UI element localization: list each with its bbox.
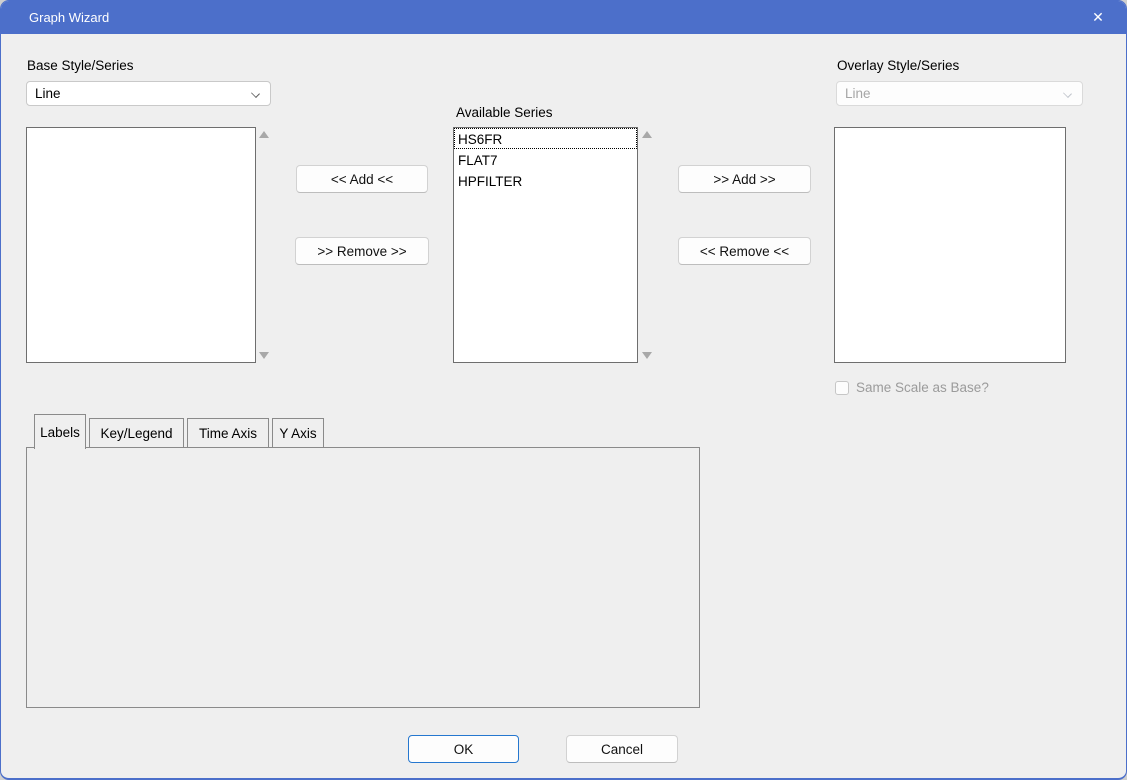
chevron-down-icon [251, 89, 260, 98]
add-to-base-button[interactable]: << Add << [296, 165, 428, 193]
remove-from-overlay-button[interactable]: << Remove << [678, 237, 811, 265]
arrow-down-icon [642, 352, 652, 359]
window-title: Graph Wizard [1, 10, 109, 25]
close-icon[interactable]: ✕ [1078, 1, 1118, 34]
available-list-scroll-down[interactable] [642, 352, 654, 360]
list-item[interactable]: HPFILTER [454, 170, 637, 191]
tab-time-axis[interactable]: Time Axis [187, 418, 269, 447]
remove-from-base-button[interactable]: >> Remove >> [295, 237, 429, 265]
base-style-value: Line [35, 86, 61, 101]
same-scale-row: Same Scale as Base? [835, 380, 989, 395]
arrow-up-icon [259, 131, 269, 138]
ok-button[interactable]: OK [408, 735, 519, 763]
base-style-dropdown[interactable]: Line [26, 81, 271, 106]
list-item[interactable]: HS6FR [454, 128, 637, 149]
tab-labels[interactable]: Labels [34, 414, 86, 449]
titlebar: Graph Wizard ✕ [1, 1, 1126, 34]
arrow-down-icon [259, 352, 269, 359]
base-series-listbox[interactable] [26, 127, 256, 363]
arrow-up-icon [642, 131, 652, 138]
cancel-button[interactable]: Cancel [566, 735, 678, 763]
available-series-label: Available Series [456, 105, 553, 120]
base-list-scroll-up[interactable] [259, 131, 271, 139]
list-item[interactable]: FLAT7 [454, 149, 637, 170]
available-series-listbox[interactable]: HS6FR FLAT7 HPFILTER [453, 127, 638, 363]
overlay-series-listbox[interactable] [834, 127, 1066, 363]
overlay-style-value: Line [845, 86, 871, 101]
overlay-style-dropdown: Line [836, 81, 1083, 106]
available-list-scroll-up[interactable] [642, 131, 654, 139]
base-style-label: Base Style/Series [27, 58, 134, 73]
overlay-style-label: Overlay Style/Series [837, 58, 959, 73]
tab-y-axis[interactable]: Y Axis [272, 418, 324, 447]
add-to-overlay-button[interactable]: >> Add >> [678, 165, 811, 193]
labels-tab-panel [26, 447, 700, 708]
tab-key-legend[interactable]: Key/Legend [89, 418, 184, 447]
chevron-down-icon [1063, 89, 1072, 98]
same-scale-checkbox[interactable] [835, 381, 849, 395]
base-list-scroll-down[interactable] [259, 352, 271, 360]
graph-wizard-dialog: Graph Wizard ✕ Base Style/Series Line <<… [0, 0, 1127, 780]
same-scale-label: Same Scale as Base? [856, 380, 989, 395]
